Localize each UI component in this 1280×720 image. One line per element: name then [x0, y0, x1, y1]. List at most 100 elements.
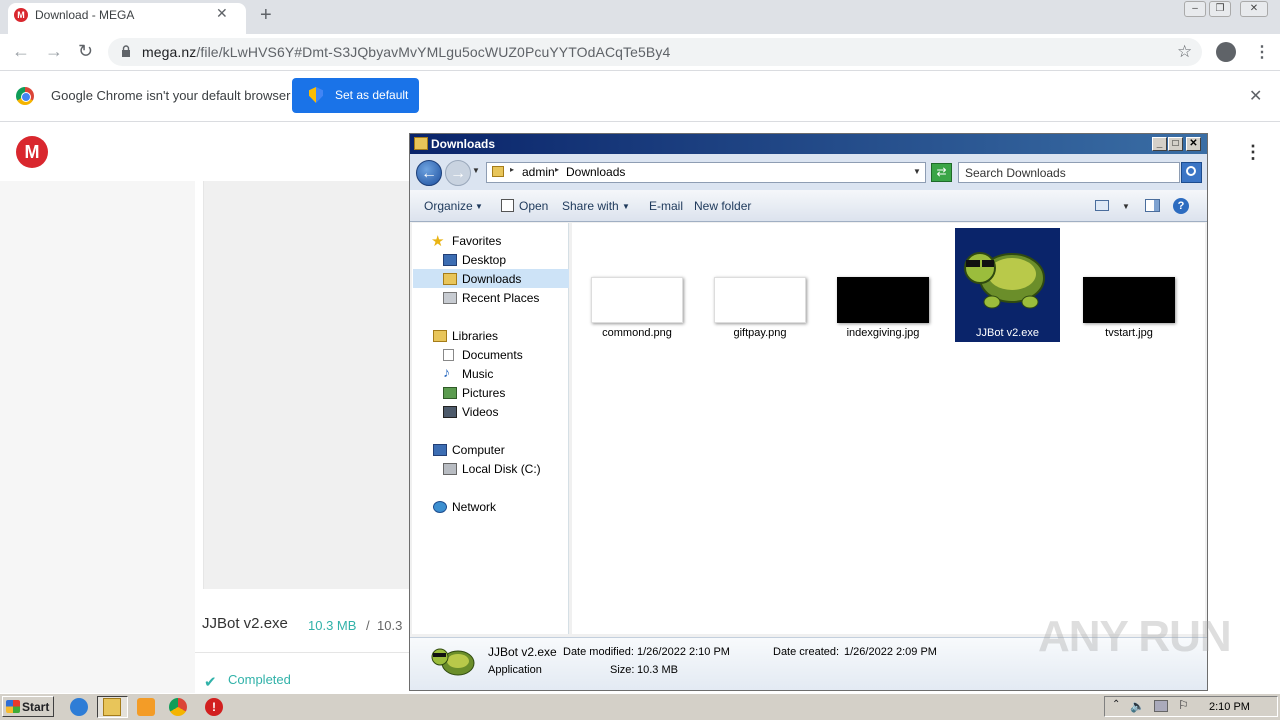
preview-pane-icon[interactable] [1145, 199, 1160, 212]
open-button[interactable]: Open [519, 199, 548, 213]
volume-icon[interactable]: 🔈 [1130, 699, 1145, 713]
nav-desktop[interactable]: Desktop [462, 253, 506, 267]
media-player-icon[interactable] [137, 698, 155, 716]
stop-icon[interactable]: ! [205, 698, 223, 716]
forward-icon[interactable]: → [45, 41, 63, 62]
tab-close-icon[interactable]: ✕ [216, 5, 228, 22]
videos-icon [443, 406, 457, 418]
search-icon [1186, 166, 1196, 176]
nav-favorites[interactable]: Favorites [452, 234, 501, 248]
network-tray-icon[interactable] [1154, 700, 1168, 712]
infobar-close-icon[interactable]: ✕ [1249, 86, 1262, 106]
nav-music[interactable]: Music [462, 367, 493, 381]
mega-menu-icon[interactable]: ⋮ [1244, 142, 1262, 163]
nav-documents[interactable]: Documents [462, 348, 523, 362]
file-thumbnail[interactable] [1083, 277, 1175, 323]
new-folder-button[interactable]: New folder [694, 199, 751, 213]
close-window-button[interactable]: ✕ [1240, 1, 1268, 17]
change-view-icon[interactable] [1095, 200, 1109, 211]
organize-dropdown-icon[interactable]: ▼ [475, 202, 483, 211]
mega-size-separator: / [366, 618, 370, 633]
nav-computer[interactable]: Computer [452, 443, 505, 457]
breadcrumb-admin[interactable]: admin [522, 165, 555, 179]
nav-libraries[interactable]: Libraries [452, 329, 498, 343]
infobar-message: Google Chrome isn't your default browser [51, 88, 291, 103]
explorer-minimize-button[interactable]: _ [1152, 137, 1167, 151]
explorer-titlebar[interactable] [410, 134, 1207, 154]
details-modified-label: Date modified: [563, 646, 634, 658]
nav-videos[interactable]: Videos [462, 405, 498, 419]
refresh-icon[interactable]: ⇄ [931, 163, 952, 182]
help-icon[interactable]: ? [1173, 198, 1189, 214]
file-thumbnail[interactable] [837, 277, 929, 323]
url-text[interactable]: mega.nz/file/kLwHVS6Y#Dmt-S3JQbyavMvYMLg… [142, 44, 670, 60]
tray-expand-icon[interactable]: ⌃ [1112, 699, 1120, 710]
new-tab-button[interactable]: + [260, 4, 272, 27]
explorer-forward-button[interactable]: → [445, 160, 471, 186]
details-created-value: 1/26/2022 2:09 PM [844, 646, 937, 658]
mega-download-status: Completed [228, 672, 291, 687]
libraries-icon [433, 330, 447, 342]
organize-button[interactable]: Organize [424, 199, 473, 213]
breadcrumb-chevron-icon[interactable]: ▸ [510, 165, 514, 174]
music-icon: ♪ [443, 364, 450, 380]
nav-local-disk[interactable]: Local Disk (C:) [462, 462, 541, 476]
file-item-name[interactable]: tvstart.jpg [1074, 327, 1184, 339]
file-item-name[interactable]: commond.png [582, 327, 692, 339]
downloads-folder-icon [443, 273, 457, 285]
back-icon[interactable]: ← [12, 41, 30, 62]
share-dropdown-icon[interactable]: ▼ [622, 202, 630, 211]
set-default-label: Set as default [335, 88, 409, 102]
explorer-title: Downloads [431, 137, 496, 151]
details-file-name: JJBot v2.exe [488, 645, 557, 659]
ie-icon[interactable] [70, 698, 88, 716]
chrome-menu-icon[interactable]: ⋮ [1254, 42, 1270, 62]
favorites-star-icon: ★ [431, 233, 445, 250]
nav-downloads[interactable]: Downloads [462, 272, 521, 286]
file-thumbnail[interactable] [714, 277, 806, 323]
details-file-type: Application [488, 664, 542, 676]
mega-logo-icon[interactable]: M [16, 136, 48, 168]
chrome-icon[interactable] [169, 698, 187, 716]
start-button[interactable]: Start [2, 696, 54, 717]
desktop-icon [443, 254, 457, 266]
chrome-logo-icon [16, 87, 34, 105]
profile-avatar-icon[interactable] [1216, 42, 1236, 62]
explorer-close-button[interactable]: ✕ [1186, 137, 1201, 151]
share-with-button[interactable]: Share with [562, 199, 619, 213]
nav-pictures[interactable]: Pictures [462, 386, 505, 400]
turtle-app-icon [964, 252, 1045, 309]
address-dropdown-icon[interactable]: ▼ [913, 167, 921, 176]
folder-icon [414, 137, 428, 150]
explorer-back-button[interactable]: ← [416, 160, 442, 186]
lock-icon[interactable] [121, 45, 131, 57]
minimize-button[interactable]: ‒ [1184, 1, 1206, 17]
breadcrumb-downloads[interactable]: Downloads [566, 165, 625, 179]
local-disk-icon [443, 463, 457, 475]
file-item-name[interactable]: indexgiving.jpg [828, 327, 938, 339]
file-thumbnail[interactable] [591, 277, 683, 323]
bookmark-star-icon[interactable]: ☆ [1177, 42, 1192, 62]
nav-recent-places[interactable]: Recent Places [462, 291, 539, 305]
nav-network[interactable]: Network [452, 500, 496, 514]
mega-left-panel [0, 181, 195, 693]
file-item-name[interactable]: JJBot v2.exe [955, 327, 1060, 339]
uac-shield-icon [309, 87, 323, 103]
mega-file-name: JJBot v2.exe [202, 615, 288, 632]
mega-favicon-icon: M [14, 8, 28, 22]
recent-pages-dropdown-icon[interactable]: ▼ [472, 166, 480, 175]
mega-total-size: 10.3 [377, 618, 403, 633]
details-size-label: Size: [610, 664, 635, 676]
explorer-maximize-button[interactable]: □ [1168, 137, 1183, 151]
set-as-default-button[interactable]: Set as default [292, 78, 419, 113]
reload-icon[interactable]: ↻ [78, 41, 93, 62]
watermark-logo: ANY RUN [1038, 612, 1232, 661]
clock[interactable]: 2:10 PM [1209, 701, 1250, 713]
file-item-name[interactable]: giftpay.png [705, 327, 815, 339]
email-button[interactable]: E-mail [649, 199, 683, 213]
url-host: mega.nz [142, 44, 197, 60]
view-dropdown-icon[interactable]: ▼ [1122, 202, 1130, 211]
restore-button[interactable]: ❐ [1209, 1, 1231, 17]
breadcrumb-chevron-icon[interactable]: ▸ [555, 165, 559, 174]
action-center-flag-icon[interactable]: ⚐ [1178, 698, 1189, 712]
